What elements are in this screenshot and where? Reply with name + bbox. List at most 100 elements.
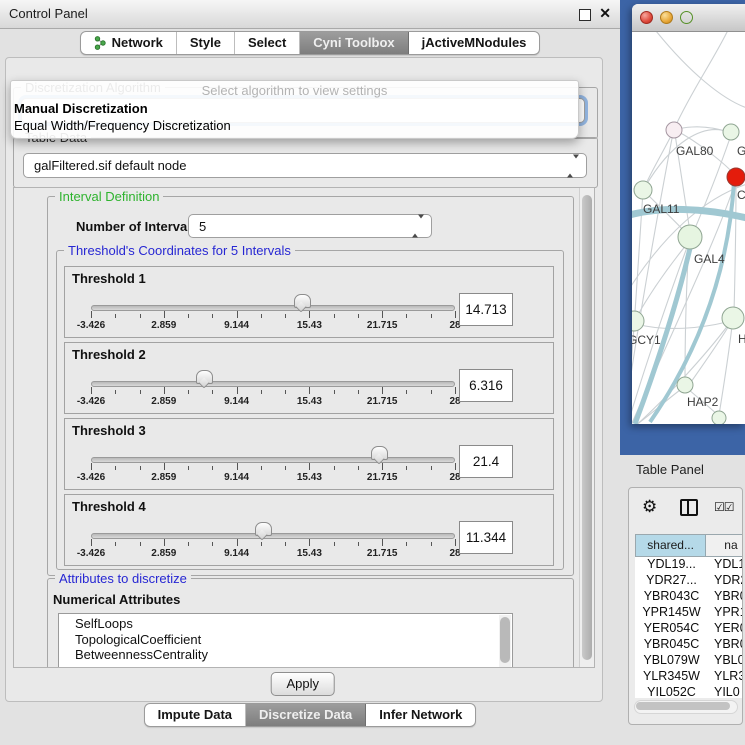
tab-style[interactable]: Style [177, 32, 235, 54]
network-icon [94, 36, 107, 50]
table-row[interactable]: YBR043CYBR0 [635, 589, 743, 605]
attribute-item[interactable]: SelfLoops [59, 616, 512, 632]
gear-icon[interactable]: ⚙ [642, 498, 657, 515]
cell-shared-name[interactable]: YBR045C [635, 637, 708, 653]
cell-shared-name[interactable]: YBL079W [635, 653, 708, 669]
split-columns-icon[interactable] [680, 499, 698, 516]
cell-name[interactable]: YIL0 [708, 685, 743, 701]
cell-name[interactable]: YDL1 [708, 557, 743, 573]
table-row[interactable]: YBR045CYBR0 [635, 637, 743, 653]
cell-name[interactable]: YBR0 [708, 589, 743, 605]
table-row[interactable]: YIL052CYIL0 [635, 685, 743, 701]
minimize-traffic-light[interactable] [660, 11, 673, 24]
threshold-value-field[interactable]: 11.344 [459, 521, 513, 554]
slider-thumb[interactable] [196, 370, 213, 384]
cell-shared-name[interactable]: YDL19... [635, 557, 708, 573]
tick-label: 9.144 [224, 396, 249, 407]
threshold-slider[interactable]: -3.4262.8599.14415.4321.71528 [91, 267, 455, 337]
network-node[interactable] [632, 311, 644, 331]
network-node[interactable] [727, 168, 745, 186]
cell-name[interactable]: YLR3 [708, 669, 743, 685]
table-row[interactable]: YPR145WYPR1 [635, 605, 743, 621]
dropdown-item[interactable]: Equal Width/Frequency Discretization [11, 117, 578, 134]
dropdown-item[interactable]: Manual Discretization [11, 100, 578, 117]
threshold-slider[interactable]: -3.4262.8599.14415.4321.71528 [91, 419, 455, 489]
network-edge[interactable] [652, 32, 745, 108]
tab-discretize-data[interactable]: Discretize Data [246, 704, 366, 726]
table-row[interactable]: YDR27...YDR2 [635, 573, 743, 589]
attribute-item[interactable]: TopologicalCoefficient [59, 632, 512, 648]
threshold-slider[interactable]: -3.4262.8599.14415.4321.71528 [91, 495, 455, 565]
network-edge[interactable] [636, 322, 727, 328]
slider-thumb[interactable] [255, 522, 272, 536]
threshold-value-field[interactable]: 21.4 [459, 445, 513, 478]
table-row[interactable]: YBL079WYBL0 [635, 653, 743, 669]
cell-shared-name[interactable]: YPR145W [635, 605, 708, 621]
column-header-name[interactable]: na [706, 535, 743, 556]
threshold-value-field[interactable]: 14.713 [459, 293, 513, 326]
threshold-value-field[interactable]: 6.316 [459, 369, 513, 402]
network-node[interactable] [666, 122, 682, 138]
list-scrollbar[interactable] [499, 615, 511, 668]
number-of-intervals-combo[interactable]: 5 [188, 214, 432, 238]
network-graph[interactable]: GAL80GACGAL11GAL4GCY1HHAP2 [632, 32, 745, 424]
close-icon[interactable]: ✕ [599, 5, 611, 22]
cell-name[interactable]: YER0 [708, 621, 743, 637]
node-label: HAP2 [687, 395, 719, 409]
slider-tick-labels: -3.4262.8599.14415.4321.71528 [91, 320, 455, 332]
network-window[interactable]: GAL80GACGAL11GAL4GCY1HHAP2 [632, 4, 745, 424]
cell-name[interactable]: YDR2 [708, 573, 743, 589]
apply-button[interactable]: Apply [271, 672, 335, 696]
vertical-scrollbar[interactable] [579, 188, 594, 667]
tab-network[interactable]: Network [81, 32, 177, 54]
network-edge[interactable] [691, 324, 730, 382]
table-row[interactable]: YDL19...YDL1 [635, 557, 743, 573]
node-label: GAL80 [676, 144, 714, 158]
cell-name[interactable]: YBL0 [708, 653, 743, 669]
horizontal-scrollbar[interactable] [634, 700, 738, 714]
network-edge[interactable] [719, 326, 732, 415]
interval-definition-group: Interval Definition Number of Intervals … [47, 196, 574, 576]
slider-thumb[interactable] [371, 446, 388, 460]
tick-label: 21.715 [367, 548, 398, 559]
tab-jactivemnodules[interactable]: jActiveMNodules [409, 32, 540, 54]
table-row[interactable]: YER054CYER0 [635, 621, 743, 637]
tick-label: 15.43 [297, 472, 322, 483]
cell-shared-name[interactable]: YDR27... [635, 573, 708, 589]
network-node[interactable] [678, 225, 702, 249]
table-row[interactable]: YLR345WYLR3 [635, 669, 743, 685]
numerical-attributes-label: Numerical Attributes [53, 592, 180, 607]
column-header-shared-name[interactable]: shared... [636, 535, 706, 556]
network-node[interactable] [634, 181, 652, 199]
network-window-titlebar[interactable] [632, 4, 745, 32]
network-node[interactable] [722, 307, 744, 329]
tick-label: 9.144 [224, 320, 249, 331]
interval-definition-title: Interval Definition [55, 189, 163, 204]
tab-impute-data[interactable]: Impute Data [145, 704, 246, 726]
node-table[interactable]: shared... na YDL19...YDL1YDR27...YDR2YBR… [635, 534, 743, 698]
attribute-item[interactable]: BetweennessCentrality [59, 647, 512, 663]
cell-name[interactable]: YPR1 [708, 605, 743, 621]
checkboxes-icon[interactable]: ☑☑ [714, 500, 734, 514]
cell-shared-name[interactable]: YER054C [635, 621, 708, 637]
numerical-attributes-list[interactable]: SelfLoopsTopologicalCoefficientBetweenne… [58, 613, 513, 668]
tab-select[interactable]: Select [235, 32, 300, 54]
network-node[interactable] [723, 124, 739, 140]
network-node[interactable] [712, 411, 726, 424]
float-window-icon[interactable] [579, 9, 591, 21]
network-node[interactable] [677, 377, 693, 393]
cell-shared-name[interactable]: YLR345W [635, 669, 708, 685]
tick-label: 21.715 [367, 396, 398, 407]
tab-infer-network[interactable]: Infer Network [366, 704, 475, 726]
tab-cyni-toolbox[interactable]: Cyni Toolbox [300, 32, 408, 54]
threshold-slider[interactable]: -3.4262.8599.14415.4321.71528 [91, 343, 455, 413]
network-canvas[interactable]: GAL80GACGAL11GAL4GCY1HHAP2 [632, 32, 745, 424]
cell-shared-name[interactable]: YBR043C [635, 589, 708, 605]
close-traffic-light[interactable] [640, 11, 653, 24]
zoom-traffic-light[interactable] [680, 11, 693, 24]
network-edge[interactable] [645, 132, 673, 186]
table-data-combo[interactable]: galFiltered.sif default node [23, 153, 587, 178]
cell-name[interactable]: YBR0 [708, 637, 743, 653]
cell-shared-name[interactable]: YIL052C [635, 685, 708, 701]
slider-thumb[interactable] [294, 294, 311, 308]
